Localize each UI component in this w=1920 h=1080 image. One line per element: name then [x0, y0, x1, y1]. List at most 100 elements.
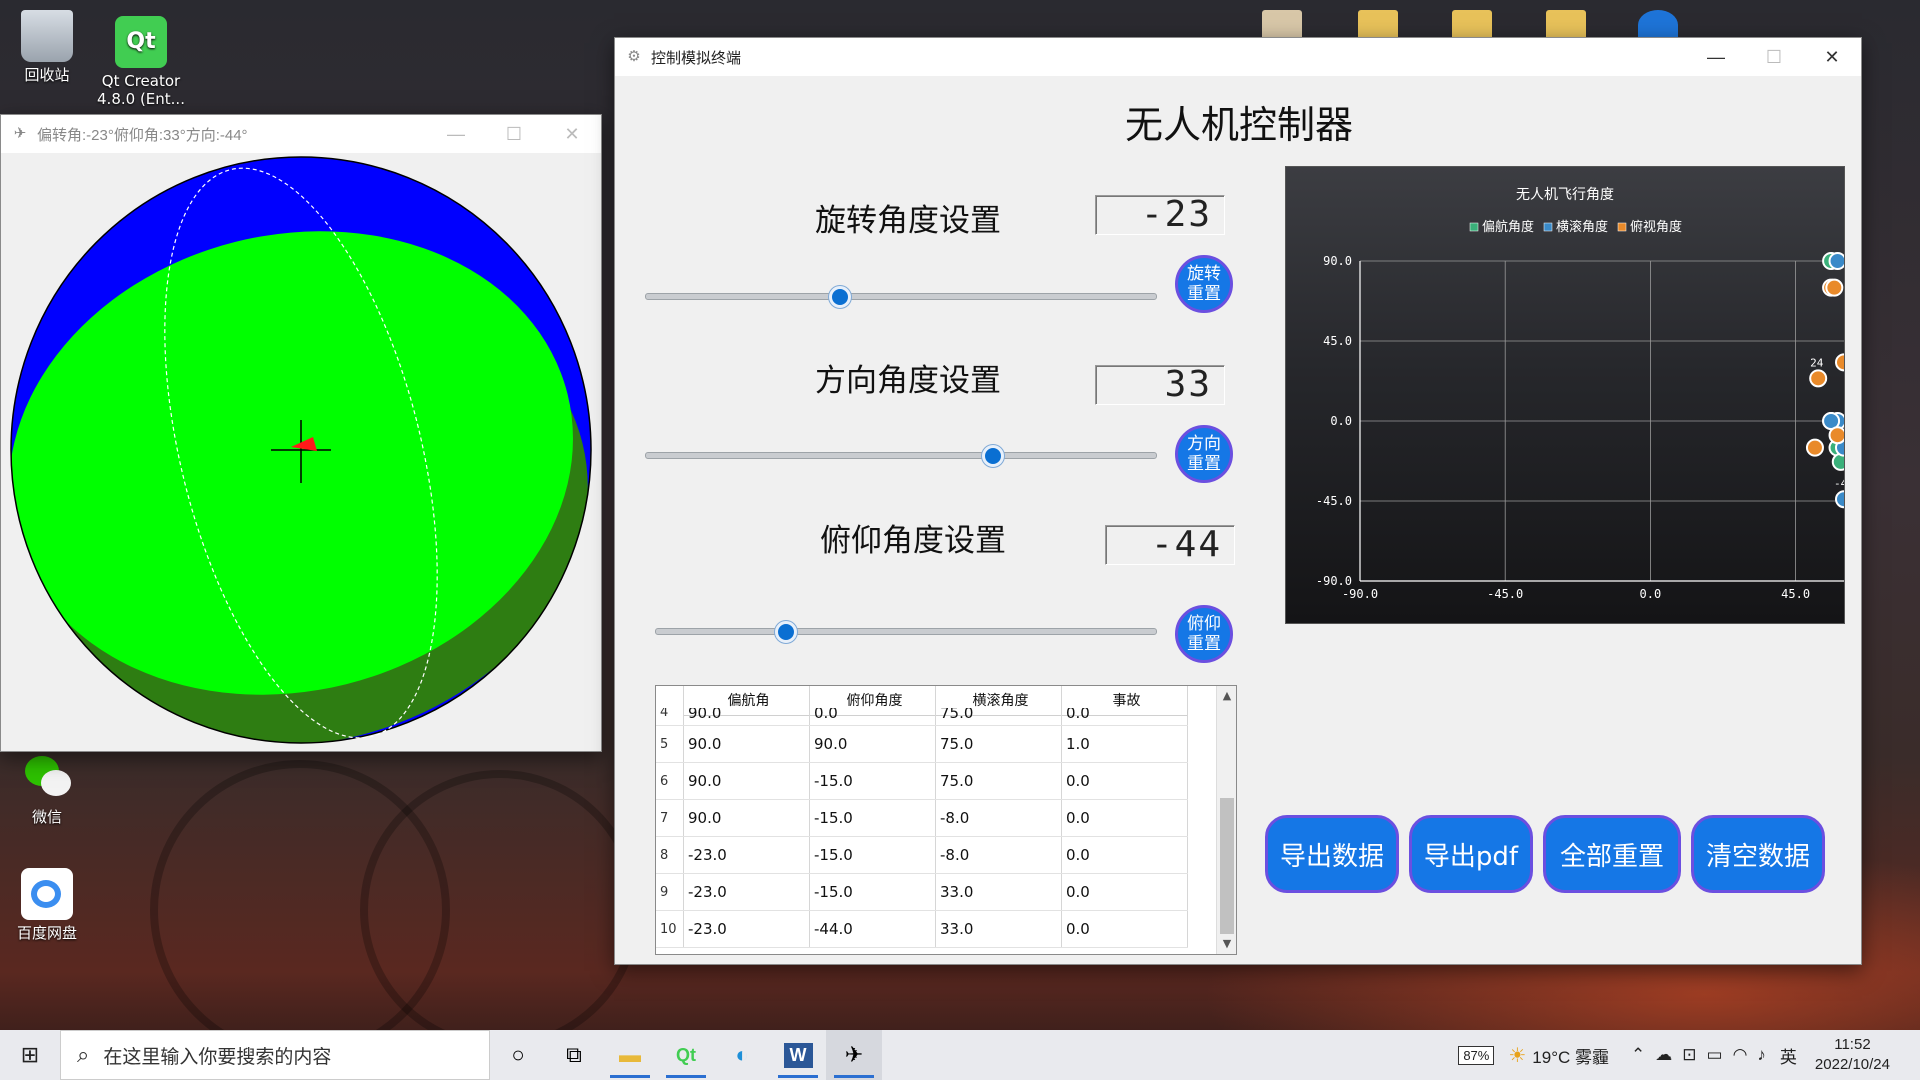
table-cell[interactable]: 90.0: [684, 726, 810, 762]
desktop-file-icon[interactable]: [1262, 10, 1302, 40]
export-data-button[interactable]: 导出数据: [1265, 815, 1399, 893]
taskbar-file-explorer[interactable]: ▬: [602, 1030, 658, 1080]
table-row[interactable]: 9 -23.0 -15.0 33.0 0.0: [656, 874, 1188, 911]
table-cell[interactable]: -23.0: [684, 837, 810, 873]
slider-handle[interactable]: [774, 621, 797, 643]
scroll-up-icon[interactable]: ▲: [1217, 686, 1236, 706]
table-cell[interactable]: 90.0: [684, 708, 810, 725]
close-button[interactable]: ✕: [1803, 38, 1861, 76]
clock[interactable]: 11:52 2022/10/24: [1815, 1035, 1890, 1075]
scroll-down-icon[interactable]: ▼: [1217, 934, 1236, 954]
data-point: [1825, 278, 1844, 297]
maximize-button[interactable]: ☐: [485, 115, 543, 153]
direction-reset-button[interactable]: 方向 重置: [1175, 425, 1233, 483]
table-cell[interactable]: 0.0: [1062, 874, 1188, 910]
pitch-value-display: -44: [1105, 525, 1235, 565]
desktop-folder-icon[interactable]: [1546, 10, 1586, 40]
table-cell[interactable]: 0.0: [1062, 911, 1188, 947]
clear-data-button[interactable]: 清空数据: [1691, 815, 1825, 893]
pitch-slider[interactable]: [655, 620, 1157, 644]
table-cell[interactable]: -8.0: [936, 837, 1062, 873]
attitude-sphere-canvas[interactable]: [1, 153, 601, 751]
maximize-button[interactable]: ☐: [1745, 38, 1803, 76]
folder-icon: ▬: [619, 1042, 641, 1067]
taskbar-edge[interactable]: ◐: [714, 1030, 770, 1080]
rotation-reset-button[interactable]: 旋转 重置: [1175, 255, 1233, 313]
desktop-icon-qt-creator[interactable]: Qt Qt Creator 4.8.0 (Ent...: [96, 16, 186, 108]
sphere-window-title: 偏转角:-23°俯仰角:33°方向:-44°: [37, 126, 248, 144]
direction-slider[interactable]: [645, 444, 1157, 468]
table-cell[interactable]: 90.0: [684, 763, 810, 799]
desktop-icon-recycle-bin[interactable]: 回收站: [2, 10, 92, 84]
close-button[interactable]: ✕: [543, 115, 601, 153]
table-row[interactable]: 8 -23.0 -15.0 -8.0 0.0: [656, 837, 1188, 874]
task-view-button[interactable]: ⧉: [546, 1030, 602, 1080]
minimize-button[interactable]: —: [427, 115, 485, 153]
network-icon[interactable]: ⊡: [1682, 1045, 1696, 1065]
taskbar-drone-app[interactable]: ✈: [826, 1030, 882, 1080]
table-cell[interactable]: 1.0: [1062, 726, 1188, 762]
table-cell[interactable]: -8.0: [936, 800, 1062, 836]
table-cell[interactable]: 0.0: [1062, 837, 1188, 873]
table-cell[interactable]: 0.0: [810, 708, 936, 725]
volume-icon[interactable]: ♪: [1757, 1045, 1766, 1065]
desktop-icon-wechat[interactable]: 微信: [2, 752, 92, 826]
desktop-folder-icon[interactable]: [1358, 10, 1398, 40]
start-button[interactable]: ⊞: [0, 1030, 60, 1080]
table-row-partial[interactable]: 4 90.0 0.0 75.0 0.0: [656, 708, 1188, 726]
sphere-window-titlebar[interactable]: ✈ 偏转角:-23°俯仰角:33°方向:-44° — ☐ ✕: [1, 115, 601, 153]
reset-all-button[interactable]: 全部重置: [1543, 815, 1681, 893]
table-cell[interactable]: 0.0: [1062, 708, 1188, 725]
desktop-app-icon[interactable]: [1638, 10, 1678, 40]
scrollbar-thumb[interactable]: [1220, 798, 1234, 934]
table-cell[interactable]: -15.0: [810, 763, 936, 799]
input-method-indicator[interactable]: 英: [1780, 1043, 1797, 1068]
control-window-titlebar[interactable]: ⚙ 控制模拟终端 — ☐ ✕: [615, 38, 1861, 76]
sphere-window[interactable]: ✈ 偏转角:-23°俯仰角:33°方向:-44° — ☐ ✕: [0, 114, 602, 752]
data-table[interactable]: 偏航角 俯仰角度 横滚角度 事故 4 90.0 0.0 75.0 0.0 5 90…: [655, 685, 1237, 955]
flight-angle-chart[interactable]: 无人机飞行角度 偏航角度 横滚角度 俯视角度 -90.0 -45.0 0.0 45.0 90.0…: [1285, 166, 1854, 624]
taskbar-search-box[interactable]: ⌕ 在这里输入你要搜索的内容: [60, 1030, 490, 1080]
cloud-icon[interactable]: ☁: [1655, 1045, 1672, 1065]
battery-icon[interactable]: ▭: [1707, 1045, 1723, 1065]
table-cell[interactable]: 75.0: [936, 763, 1062, 799]
slider-handle[interactable]: [982, 445, 1005, 467]
desktop-icon-baidu-netdisk[interactable]: 百度网盘: [2, 868, 92, 942]
pitch-reset-button[interactable]: 俯仰 重置: [1175, 605, 1233, 663]
table-row[interactable]: 10 -23.0 -44.0 33.0 0.0: [656, 911, 1188, 948]
show-hidden-icons-icon[interactable]: ⌃: [1631, 1045, 1645, 1065]
table-cell[interactable]: 33.0: [936, 874, 1062, 910]
export-pdf-button[interactable]: 导出pdf: [1409, 815, 1533, 893]
table-cell[interactable]: -15.0: [810, 874, 936, 910]
table-cell[interactable]: 90.0: [810, 726, 936, 762]
minimize-button[interactable]: —: [1687, 38, 1745, 76]
control-window[interactable]: ⚙ 控制模拟终端 — ☐ ✕ 无人机控制器 旋转角度设置 -23 旋转 重置 方…: [614, 37, 1862, 965]
slider-handle[interactable]: [828, 286, 851, 308]
table-cell[interactable]: 33.0: [936, 911, 1062, 947]
battery-indicator[interactable]: 87%: [1458, 1045, 1495, 1065]
taskbar-qt-creator[interactable]: Qt: [658, 1030, 714, 1080]
cortana-icon: ○: [511, 1042, 525, 1067]
task-view-button[interactable]: ○: [490, 1030, 546, 1080]
clock-date: 2022/10/24: [1814, 1056, 1890, 1073]
weather-text[interactable]: 19°C 雾霾: [1532, 1043, 1609, 1068]
taskbar-word[interactable]: W: [770, 1030, 826, 1080]
table-cell[interactable]: 90.0: [684, 800, 810, 836]
table-cell[interactable]: 75.0: [936, 726, 1062, 762]
table-cell[interactable]: -23.0: [684, 874, 810, 910]
table-cell[interactable]: -15.0: [810, 800, 936, 836]
table-cell[interactable]: 0.0: [1062, 763, 1188, 799]
table-row[interactable]: 5 90.0 90.0 75.0 1.0: [656, 726, 1188, 763]
table-cell[interactable]: -23.0: [684, 911, 810, 947]
y-tick-label: -90.0: [1316, 574, 1352, 588]
rotation-slider[interactable]: [645, 285, 1157, 309]
wifi-icon[interactable]: ◠: [1733, 1045, 1748, 1065]
table-row[interactable]: 7 90.0 -15.0 -8.0 0.0: [656, 800, 1188, 837]
table-cell[interactable]: 75.0: [936, 708, 1062, 725]
table-cell[interactable]: -15.0: [810, 837, 936, 873]
table-scrollbar[interactable]: ▲ ▼: [1216, 686, 1236, 954]
table-row[interactable]: 6 90.0 -15.0 75.0 0.0: [656, 763, 1188, 800]
desktop-folder-icon[interactable]: [1452, 10, 1492, 40]
table-cell[interactable]: -44.0: [810, 911, 936, 947]
table-cell[interactable]: 0.0: [1062, 800, 1188, 836]
